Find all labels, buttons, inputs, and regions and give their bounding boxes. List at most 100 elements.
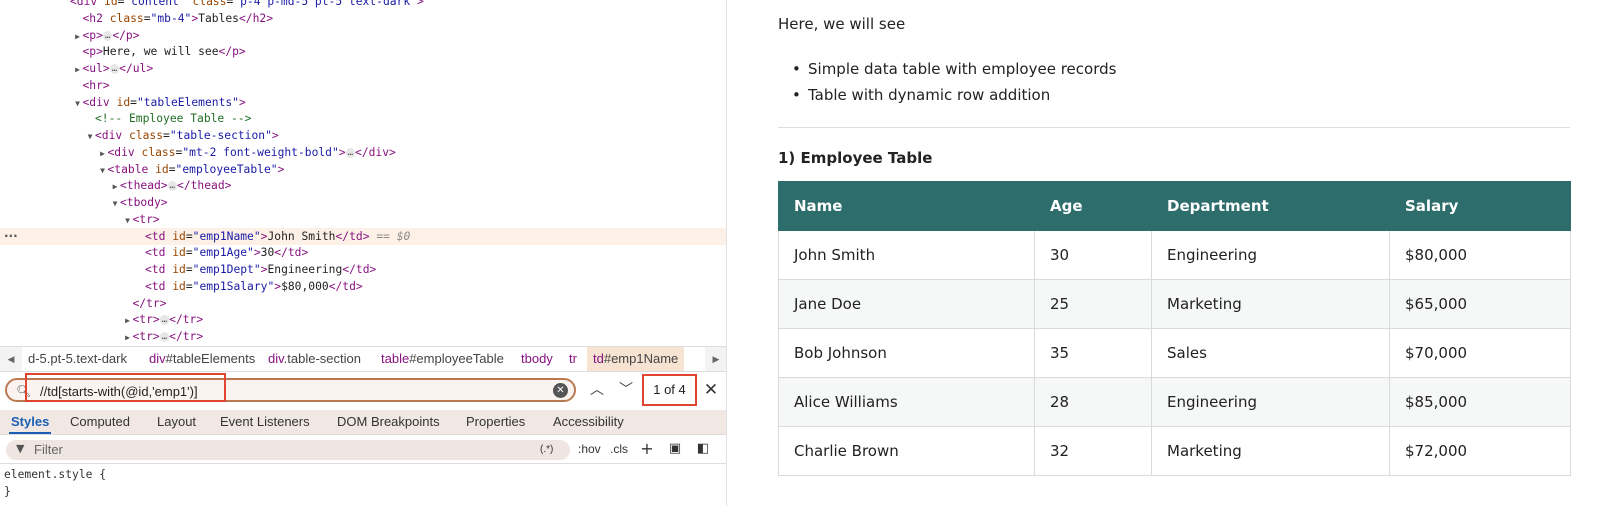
tab-event-listeners[interactable]: Event Listeners: [220, 410, 310, 434]
class-toggle[interactable]: .cls: [610, 442, 628, 456]
dom-node[interactable]: <td id="emp1Salary">$80,000</td>: [0, 278, 726, 295]
expand-triangle-icon[interactable]: ▶: [123, 312, 133, 329]
dom-node[interactable]: ▶ <tr>… </tr>: [0, 328, 726, 344]
element-style-selector: element.style {: [4, 468, 107, 481]
breadcrumb-item[interactable]: tr: [563, 347, 583, 371]
breadcrumb-tag: td: [593, 351, 604, 366]
dom-node-markup: <p>… </p>: [82, 28, 140, 42]
filter-placeholder: Filter: [34, 442, 63, 457]
expand-triangle-icon[interactable]: ▶: [73, 28, 83, 45]
intro-text: Here, we will see: [778, 15, 906, 33]
expand-triangle-icon[interactable]: ▶: [98, 145, 108, 162]
dom-node-markup: <tr>… </tr>: [132, 313, 204, 327]
dom-node[interactable]: <hr>: [0, 77, 726, 94]
tab-accessibility[interactable]: Accessibility: [553, 410, 624, 434]
dom-node[interactable]: <div id="content" class="p-4 p-md-5 pt-5…: [0, 0, 726, 10]
dom-node[interactable]: ▼ <div id="tableElements">: [0, 94, 726, 112]
next-match-button[interactable]: ﹀: [616, 379, 636, 401]
dom-node-markup: <tbody>: [120, 196, 168, 209]
hover-state-toggle[interactable]: :hov: [578, 442, 601, 456]
new-style-rule-icon[interactable]: +: [639, 441, 655, 457]
breadcrumb-selector: #employeeTable: [409, 351, 504, 366]
dom-node[interactable]: ▶ <ul>… </ul>: [0, 60, 726, 78]
dom-node[interactable]: ▼ <table id="employeeTable">: [0, 161, 726, 179]
dom-node-markup: <div class="mt-2 font-weight-bold">… </di…: [107, 145, 396, 159]
dom-node[interactable]: ▶ <tr>… </tr>: [0, 311, 726, 329]
dom-node[interactable]: <p>Here, we will see</p>: [0, 43, 726, 60]
dom-node[interactable]: ▶ <p>… </p>: [0, 27, 726, 45]
dom-node[interactable]: <td id="emp1Age">30</td>: [0, 244, 726, 261]
table-cell: $72,000: [1389, 426, 1571, 476]
styles-filter-input[interactable]: ▼ Filter: [6, 440, 570, 460]
collapse-triangle-icon[interactable]: ▼: [123, 212, 133, 229]
tab-dom-breakpoints[interactable]: DOM Breakpoints: [337, 410, 440, 434]
dom-node-selected[interactable]: <td id="emp1Name">John Smith</td> == $0 ·…: [0, 227, 726, 245]
dom-node[interactable]: ▼ <div class="table-section">: [0, 127, 726, 145]
more-options-icon[interactable]: ···: [4, 228, 18, 245]
expand-triangle-icon[interactable]: ▶: [73, 61, 83, 78]
regex-toggle[interactable]: (.*): [540, 444, 553, 455]
breadcrumb-scroll-left-icon[interactable]: ◀: [0, 347, 22, 371]
collapse-triangle-icon[interactable]: ▼: [98, 162, 108, 179]
breadcrumb-tag: div: [268, 351, 284, 366]
breadcrumb-tag: tr: [569, 351, 577, 366]
filter-icon: ▼: [16, 442, 25, 455]
previous-match-button[interactable]: ︿: [587, 379, 607, 401]
breadcrumb: ◀ d-5.pt-5.text-dark div#tableElements div…: [0, 346, 726, 372]
table-row: John Smith 30 Engineering $80,000: [778, 230, 1571, 280]
table-cell: John Smith: [778, 230, 1035, 280]
breadcrumb-selector: #emp1Name: [603, 351, 679, 366]
table-cell: 28: [1034, 377, 1152, 427]
column-header-age: Age: [1034, 181, 1152, 231]
breadcrumb-tag: d-5.pt-5.text-dark: [28, 351, 127, 366]
toggle-sidebar-icon[interactable]: ◧: [695, 441, 711, 457]
dom-node[interactable]: ▼ <tr>: [0, 211, 726, 229]
dom-node[interactable]: ▶ <thead>… </thead>: [0, 177, 726, 195]
breadcrumb-tag: tbody: [521, 351, 553, 366]
dom-node-markup: <td id="emp1Name">John Smith</td> == $0: [145, 229, 411, 243]
dom-node-markup: </tr>: [132, 296, 167, 310]
dom-node[interactable]: ▼ <tbody>: [0, 194, 726, 212]
table-row: Bob Johnson 35 Sales $70,000: [778, 328, 1571, 378]
breadcrumb-item[interactable]: tbody: [515, 347, 559, 371]
dom-node-markup: <table id="employeeTable">: [107, 162, 285, 176]
tab-properties[interactable]: Properties: [466, 410, 525, 434]
table-cell: Engineering: [1151, 377, 1390, 427]
tab-styles[interactable]: Styles: [8, 410, 52, 434]
collapse-triangle-icon[interactable]: ▼: [110, 195, 120, 212]
styles-filter-row: ▼ Filter (.*) :hov .cls + ▣ ◧: [0, 436, 726, 464]
table-cell: Marketing: [1151, 279, 1390, 329]
table-row: Charlie Brown 32 Marketing $72,000: [778, 426, 1571, 476]
dom-node[interactable]: <!-- Employee Table -->: [0, 110, 726, 127]
breadcrumb-item[interactable]: div#tableElements: [143, 347, 261, 371]
styles-rules[interactable]: element.style { }: [0, 465, 726, 506]
tab-layout[interactable]: Layout: [157, 410, 196, 434]
clear-search-icon[interactable]: ✕: [553, 383, 568, 398]
collapse-triangle-icon[interactable]: ▼: [73, 95, 83, 112]
dom-node[interactable]: ▶ <div class="mt-2 font-weight-bold">… </d…: [0, 144, 726, 162]
breadcrumb-scroll-right-icon[interactable]: ▶: [705, 347, 726, 371]
breadcrumb-item[interactable]: div.table-section: [262, 347, 367, 371]
table-cell: 30: [1034, 230, 1152, 280]
paint-roller-icon[interactable]: ▣: [667, 441, 683, 457]
breadcrumb-item[interactable]: d-5.pt-5.text-dark: [22, 347, 133, 371]
dom-node[interactable]: <td id="emp1Dept">Engineering</td>: [0, 261, 726, 278]
collapse-triangle-icon[interactable]: ▼: [85, 128, 95, 145]
elements-dom-tree[interactable]: <div id="content" class="p-4 p-md-5 pt-5…: [0, 0, 726, 344]
close-search-button[interactable]: ✕: [702, 379, 720, 401]
dom-node-markup: <h2 class="mb-4">Tables</h2>: [82, 11, 274, 25]
dom-node[interactable]: <h2 class="mb-4">Tables</h2>: [0, 10, 726, 27]
dom-node[interactable]: </tr>: [0, 295, 726, 312]
column-header-department: Department: [1151, 181, 1390, 231]
table-header-row: Name Age Department Salary: [778, 181, 1571, 231]
expand-triangle-icon[interactable]: ▶: [123, 329, 133, 344]
column-header-name: Name: [778, 181, 1035, 231]
dom-node-markup: <tr>: [132, 212, 160, 226]
expand-triangle-icon[interactable]: ▶: [110, 178, 120, 195]
dom-node-markup: <td id="emp1Dept">Engineering</td>: [145, 263, 377, 276]
web-page: Here, we will see Simple data table with…: [728, 0, 1600, 506]
employee-table: Name Age Department Salary John Smith 30 E…: [778, 181, 1571, 476]
tab-computed[interactable]: Computed: [70, 410, 130, 434]
breadcrumb-item[interactable]: td#emp1Name: [587, 347, 685, 371]
breadcrumb-item[interactable]: table#employeeTable: [375, 347, 510, 371]
